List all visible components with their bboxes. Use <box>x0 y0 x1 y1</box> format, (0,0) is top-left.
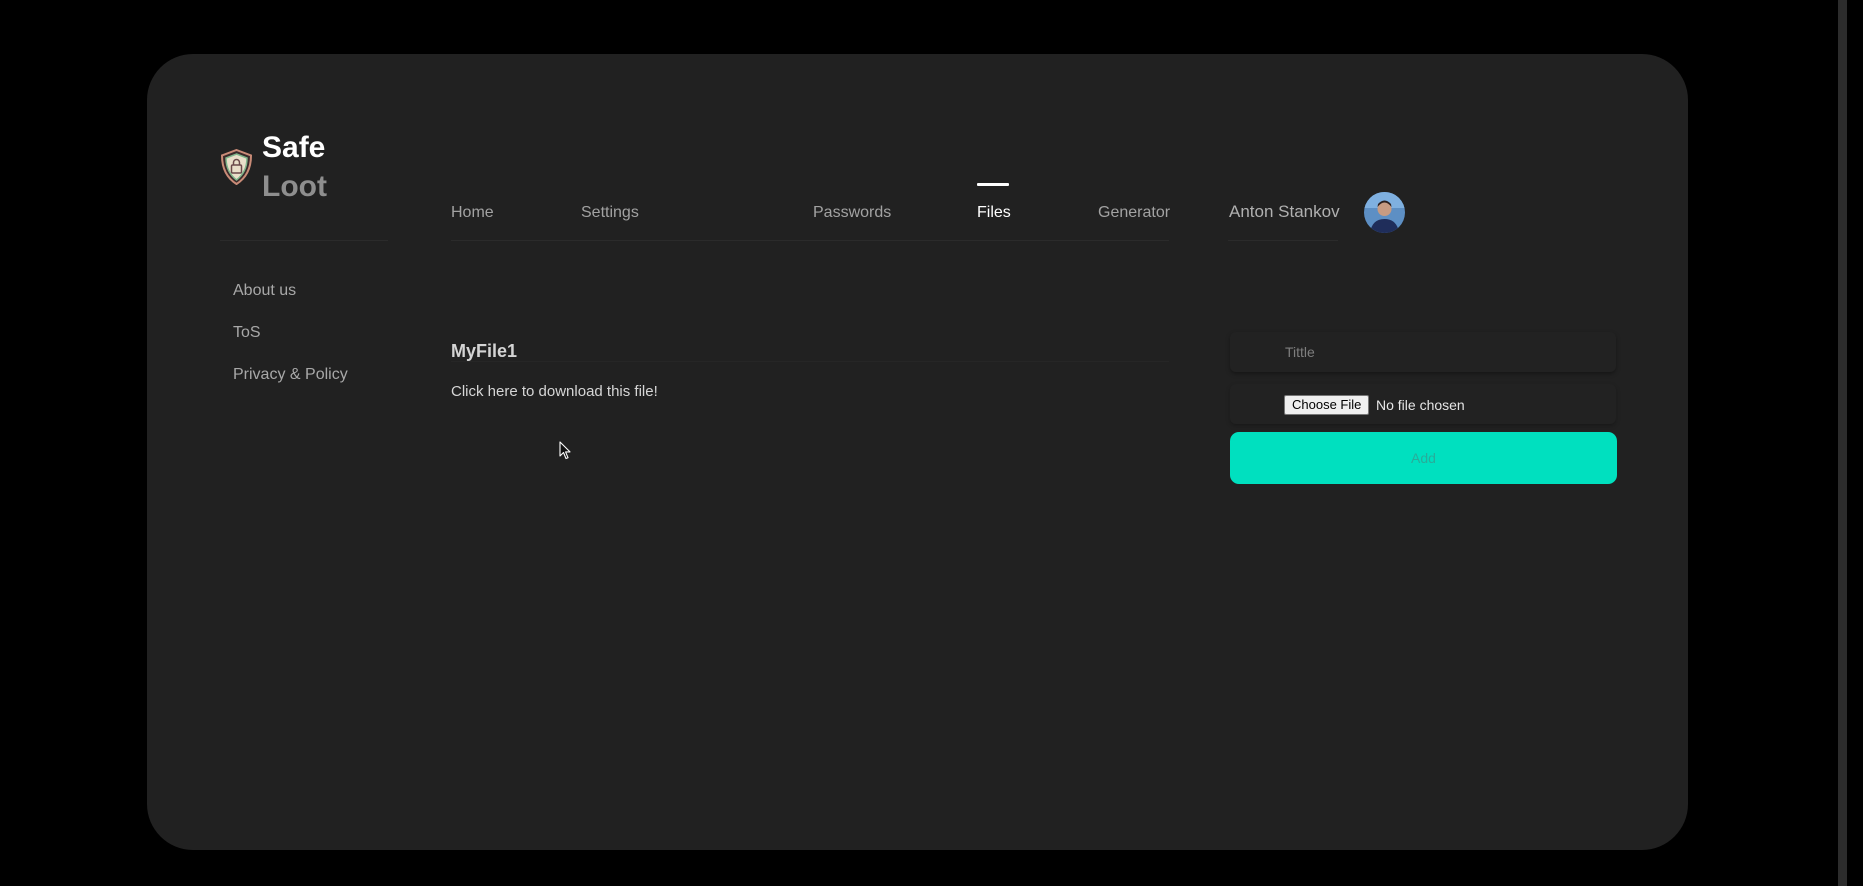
nav-item-files[interactable]: Files <box>977 204 1011 222</box>
user-divider <box>1228 240 1338 241</box>
title-input[interactable] <box>1230 332 1616 372</box>
add-button[interactable]: Add <box>1230 432 1617 484</box>
mouse-cursor-icon <box>559 441 571 460</box>
active-nav-indicator <box>977 183 1009 186</box>
logo-text-line1: Safe <box>262 131 326 164</box>
nav-item-passwords[interactable]: Passwords <box>813 204 891 222</box>
file-title: MyFile1 <box>451 341 518 361</box>
logo-text-line2: Loot <box>262 170 327 203</box>
avatar-image <box>1364 192 1405 233</box>
window-scrollbar[interactable] <box>1838 0 1847 886</box>
choose-file-button[interactable]: Choose File <box>1284 395 1370 415</box>
nav-item-settings[interactable]: Settings <box>581 204 639 222</box>
user-name[interactable]: Anton Stankov <box>1229 202 1340 222</box>
nav-item-generator[interactable]: Generator <box>1098 204 1170 222</box>
file-input: Choose File No file chosen <box>1230 384 1616 424</box>
file-item-divider <box>451 361 1169 362</box>
logo-text: Safe Loot <box>262 128 327 206</box>
sidebar-item-privacy-policy[interactable]: Privacy & Policy <box>233 366 348 384</box>
user-avatar[interactable] <box>1364 192 1405 233</box>
shield-lock-icon <box>220 149 253 185</box>
nav-item-home[interactable]: Home <box>451 204 494 222</box>
nav-divider <box>451 240 1169 241</box>
download-file-link[interactable]: Click here to download this file! <box>451 383 658 400</box>
sidebar-item-about-us[interactable]: About us <box>233 282 296 300</box>
sidebar-divider <box>220 240 388 241</box>
no-file-chosen-text: No file chosen <box>1376 397 1465 413</box>
sidebar-item-tos[interactable]: ToS <box>233 324 261 342</box>
logo[interactable]: Safe Loot <box>220 128 327 206</box>
